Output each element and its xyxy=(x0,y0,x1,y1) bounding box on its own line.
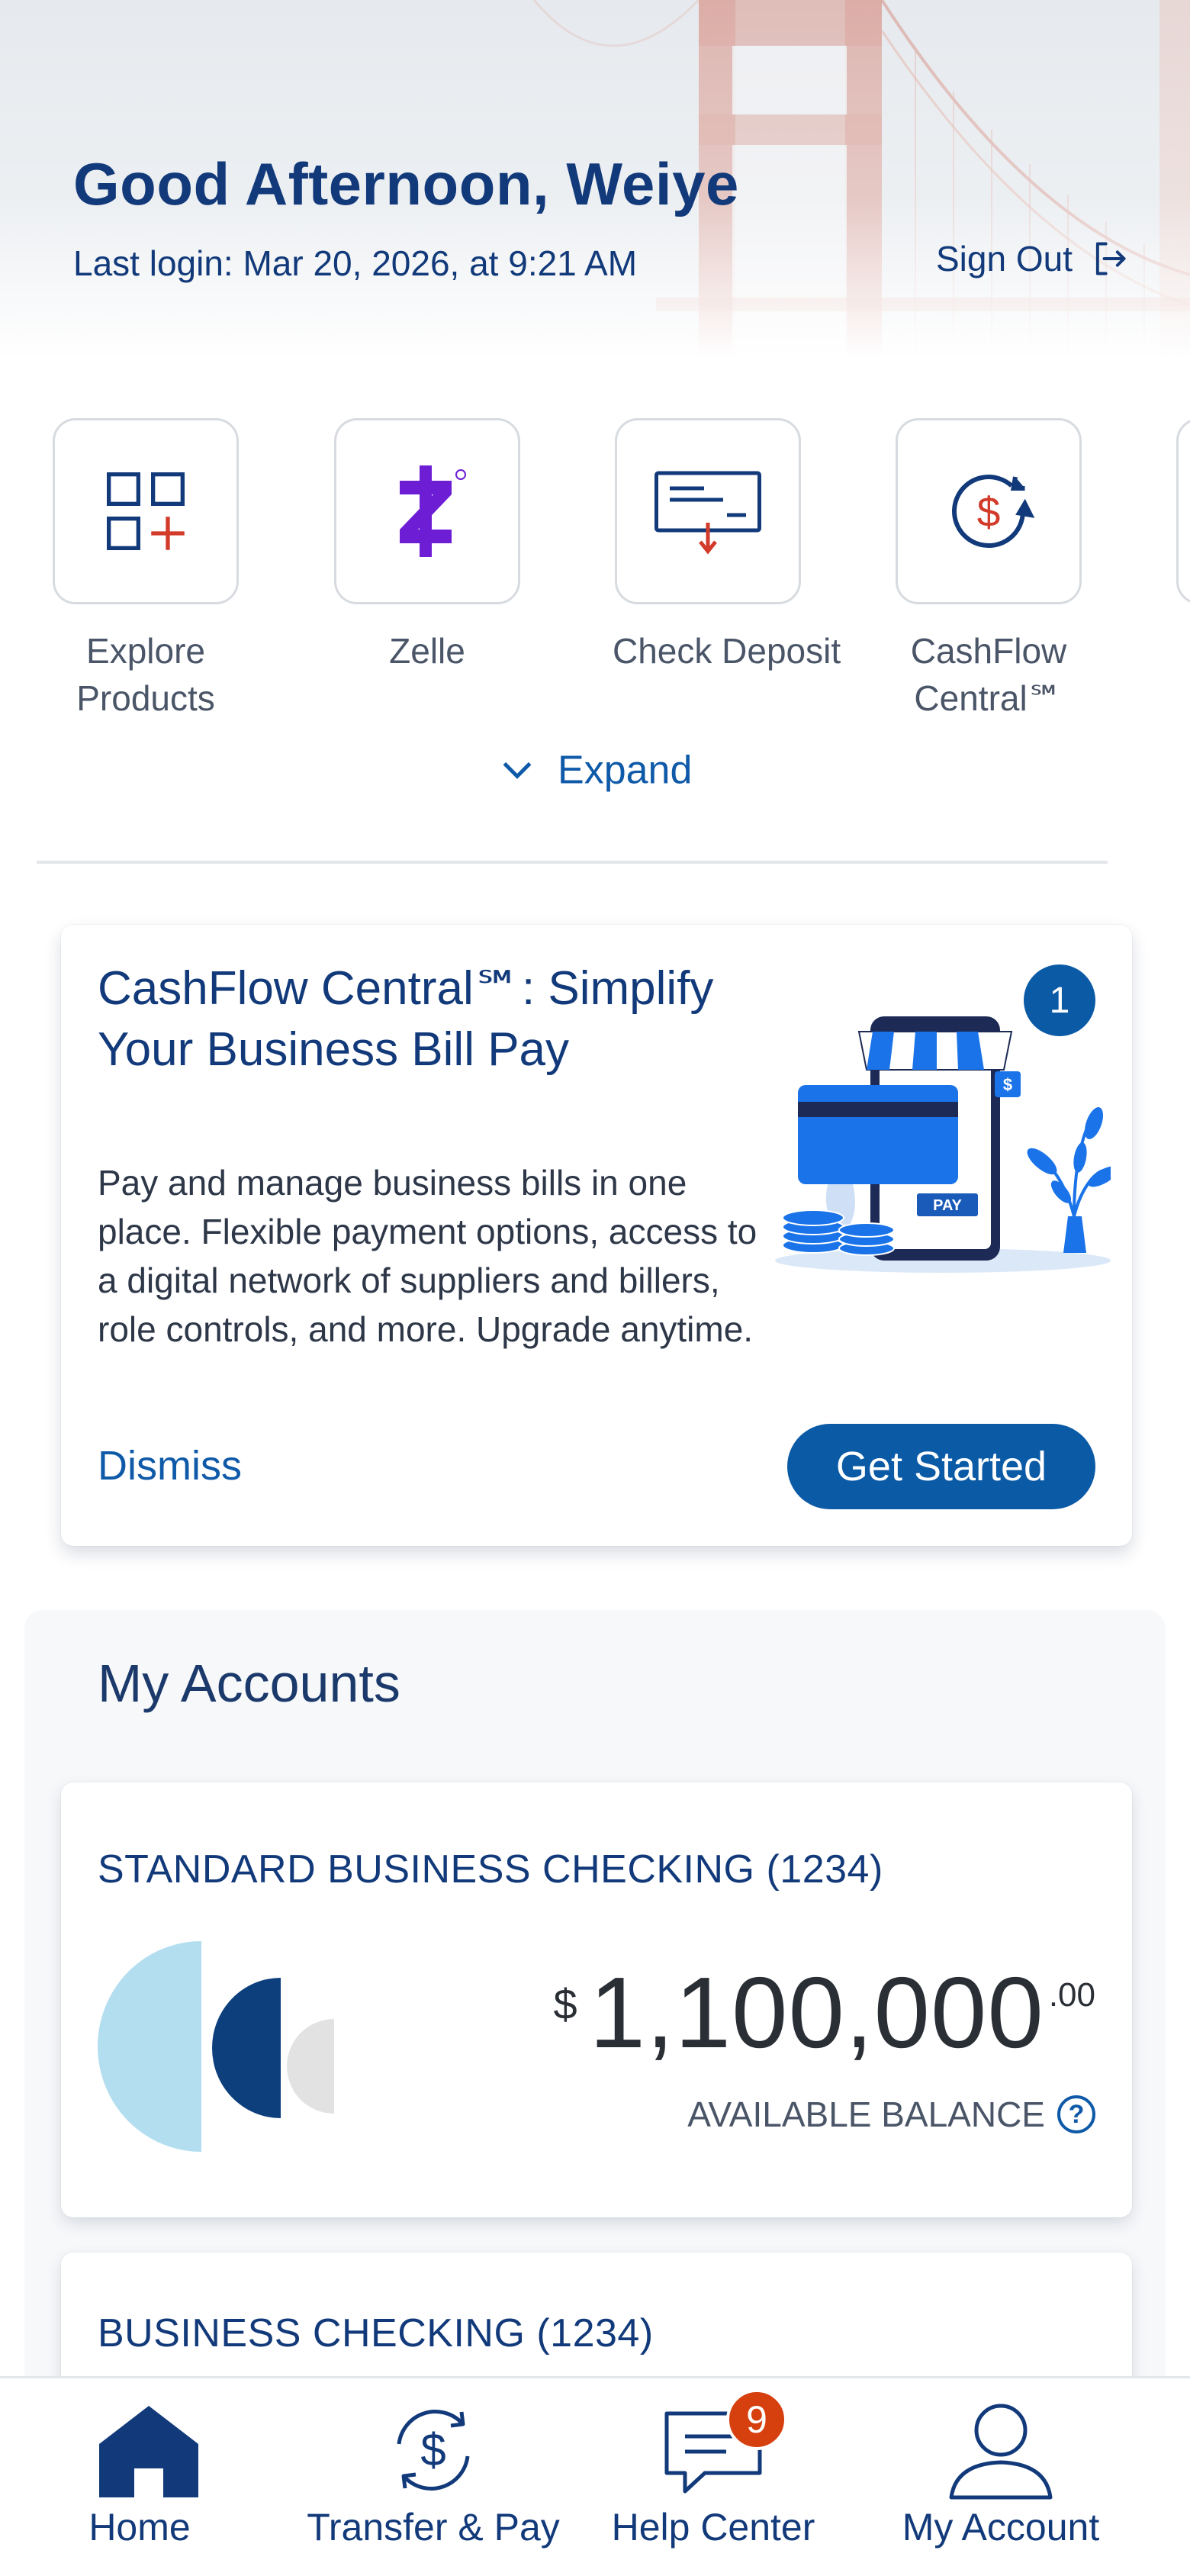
quick-action-zelle[interactable]: Zelle xyxy=(332,418,523,675)
cashflow-icon: $ xyxy=(952,475,1035,549)
transfer-pay-icon: $ xyxy=(397,2410,470,2491)
cashflow-tile: $ xyxy=(896,418,1082,604)
home-icon xyxy=(99,2406,198,2497)
person-icon xyxy=(949,2404,1053,2500)
zelle-tile xyxy=(334,418,520,604)
section-divider xyxy=(37,861,1108,864)
available-balance-row: AVAILABLE BALANCE ? xyxy=(687,2094,1095,2135)
nav-label: Help Center xyxy=(611,2506,815,2549)
quick-action-label-line2: Central℠ xyxy=(914,678,1063,718)
nav-label: Transfer & Pay xyxy=(307,2506,560,2549)
svg-text:$: $ xyxy=(420,2424,445,2475)
quick-action-label: Explore xyxy=(86,631,205,671)
account-balance: $ 1,100,000 .00 xyxy=(553,1963,1095,2063)
help-center-badge: 9 xyxy=(726,2389,787,2450)
nav-home[interactable]: Home xyxy=(0,2378,298,2576)
quick-action-label: Check Deposit xyxy=(613,631,841,671)
nav-transfer-pay[interactable]: $ Transfer & Pay xyxy=(285,2378,582,2576)
currency-symbol: $ xyxy=(553,1980,577,2028)
promo-body: Pay and manage business bills in one pla… xyxy=(98,1163,757,1349)
storefront-payment-illustration: PAY $ xyxy=(775,1016,1111,1273)
greeting-heading: Good Afternoon, Weiye xyxy=(73,150,739,217)
zelle-icon xyxy=(400,465,466,557)
bottom-navigation: Home $ Transfer & Pay 9 Help Center My A… xyxy=(0,2376,1190,2576)
quick-action-label: CashFlow xyxy=(910,631,1067,671)
available-balance-label: AVAILABLE BALANCE xyxy=(687,2095,1045,2134)
account-card[interactable]: STANDARD BUSINESS CHECKING (1234) $ 1,10… xyxy=(61,1782,1132,2217)
sign-out-icon xyxy=(1095,242,1126,275)
expand-button[interactable]: Expand xyxy=(0,745,1190,793)
pay-tag-label: PAY xyxy=(933,1197,962,1214)
expand-label: Expand xyxy=(558,748,693,793)
promo-card: CashFlow Central℠: Simplify Your Busines… xyxy=(61,925,1132,1546)
account-name: BUSINESS CHECKING (1234) xyxy=(98,2311,654,2355)
promo-title: CashFlow Central℠: Simplify Your Busines… xyxy=(98,962,714,1076)
explore-products-tile xyxy=(53,418,239,604)
explore-products-icon xyxy=(107,472,185,550)
sign-out-label: Sign Out xyxy=(936,239,1073,279)
quick-actions-row: Explore Products Zelle Check Deposit $ C… xyxy=(0,418,1190,723)
quick-action-label: Zelle xyxy=(389,631,465,671)
chevron-down-icon xyxy=(503,762,532,780)
check-deposit-tile xyxy=(615,418,801,604)
svg-text:$: $ xyxy=(1003,1075,1012,1094)
last-login-text: Last login: Mar 20, 2026, at 9:21 AM xyxy=(73,243,638,283)
balance-amount: 1,100,000 xyxy=(589,1956,1044,2069)
get-started-button[interactable]: Get Started xyxy=(787,1424,1095,1509)
quick-action-label-line2: Products xyxy=(76,678,215,718)
quick-action-check-deposit[interactable]: Check Deposit xyxy=(613,418,841,675)
account-graphic-icon xyxy=(98,1941,334,2152)
quick-action-next-tile[interactable] xyxy=(1176,418,1190,604)
nav-label: Home xyxy=(88,2506,191,2549)
my-accounts-heading: My Accounts xyxy=(98,1653,400,1713)
nav-help-center[interactable]: 9 Help Center xyxy=(564,2378,862,2576)
balance-cents: .00 xyxy=(1048,1976,1095,2014)
quick-action-cashflow-central[interactable]: $ CashFlow Central℠ xyxy=(893,418,1084,722)
svg-text:$: $ xyxy=(977,488,1001,536)
nav-my-account[interactable]: My Account xyxy=(852,2378,1150,2576)
help-question-icon[interactable]: ? xyxy=(1057,2095,1095,2133)
sign-out-button[interactable]: Sign Out xyxy=(936,238,1129,279)
dismiss-button[interactable]: Dismiss xyxy=(98,1442,242,1489)
promo-count-badge: 1 xyxy=(1024,964,1095,1036)
nav-label: My Account xyxy=(902,2506,1100,2549)
quick-action-explore-products[interactable]: Explore Products xyxy=(50,418,241,722)
check-deposit-icon xyxy=(654,471,761,555)
account-name: STANDARD BUSINESS CHECKING (1234) xyxy=(98,1847,883,1892)
